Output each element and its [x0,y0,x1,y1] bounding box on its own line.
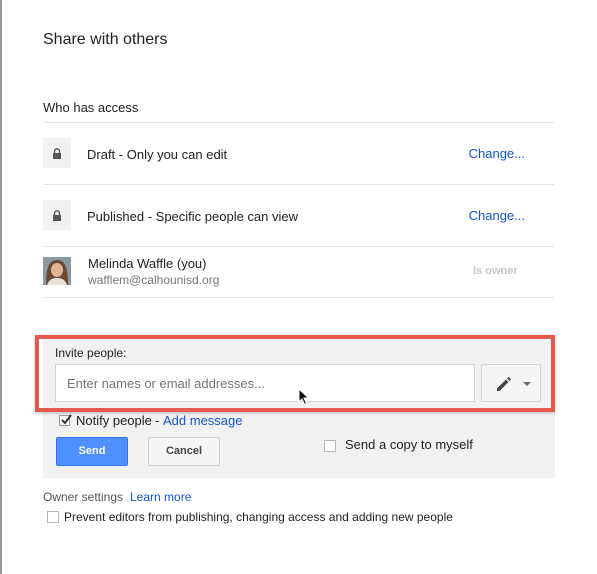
dialog-title: Share with others [43,31,168,48]
checkmark-icon [61,414,72,425]
who-has-access-label: Who has access [43,100,139,115]
window-edge [0,0,2,574]
owner-name: Melinda Waffle (you) [88,256,207,271]
prevent-editors-label: Prevent editors from publishing, changin… [64,510,453,524]
chevron-down-icon [523,382,531,386]
send-copy-label: Send a copy to myself [345,437,473,452]
mouse-cursor-icon [298,387,310,411]
invite-input-placeholder: Enter names or email addresses... [67,376,265,391]
owner-email: wafflem@calhounisd.org [88,273,220,287]
add-message-link[interactable]: Add message [163,413,243,428]
access-row-text: Published - Specific people can view [87,209,299,224]
access-row-draft: Draft - Only you can edit Change... [43,122,554,185]
send-copy-checkbox[interactable] [324,440,336,452]
learn-more-link[interactable]: Learn more [130,490,191,504]
send-button[interactable]: Send [56,437,128,466]
invite-input[interactable]: Enter names or email addresses... [55,364,475,402]
access-row-owner: Melinda Waffle (you) wafflem@calhounisd.… [43,246,554,298]
invite-people-label: Invite people: [55,346,127,360]
avatar [43,257,71,285]
owner-role-label: Is owner [473,265,518,277]
change-draft-link[interactable]: Change... [469,146,525,161]
prevent-editors-checkbox[interactable] [47,511,59,523]
change-published-link[interactable]: Change... [469,208,525,223]
lock-icon [43,200,71,230]
notify-people-label: Notify people [76,413,152,428]
notify-people-checkbox[interactable] [59,414,72,426]
cancel-button[interactable]: Cancel [148,437,220,466]
access-row-text: Draft - Only you can edit [87,147,228,162]
access-row-published: Published - Specific people can view Cha… [43,184,554,247]
lock-icon [43,138,71,168]
pencil-icon [494,374,514,399]
permission-dropdown-button[interactable] [481,364,541,402]
notify-separator: - [155,413,160,428]
owner-settings-label: Owner settings [43,490,124,504]
